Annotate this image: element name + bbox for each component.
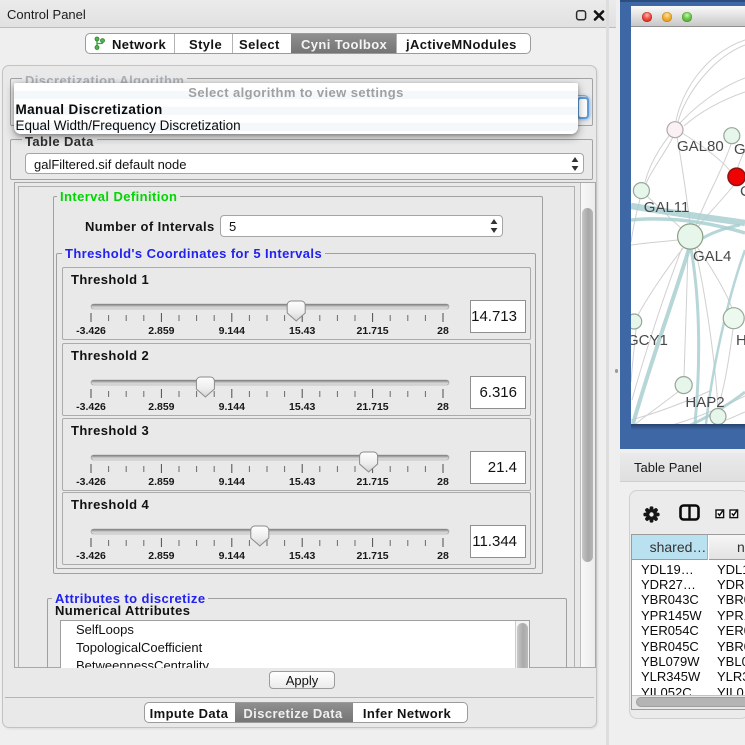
svg-text:9.144: 9.144 [219, 401, 245, 413]
svg-text:2.859: 2.859 [148, 325, 174, 337]
svg-text:15.43: 15.43 [289, 476, 315, 488]
svg-text:9.144: 9.144 [219, 550, 245, 562]
svg-text:15.43: 15.43 [289, 401, 315, 413]
svg-text:28: 28 [437, 476, 449, 488]
svg-text:28: 28 [437, 325, 449, 337]
svg-text:15.43: 15.43 [289, 550, 315, 562]
svg-text:-3.426: -3.426 [76, 476, 106, 488]
svg-text:GAL80: GAL80 [677, 138, 724, 155]
svg-text:H: H [736, 332, 745, 349]
svg-text:-3.426: -3.426 [76, 325, 106, 337]
svg-text:9.144: 9.144 [219, 325, 245, 337]
svg-text:C: C [740, 183, 745, 200]
svg-text:GAL11: GAL11 [644, 199, 690, 216]
svg-text:2.859: 2.859 [148, 550, 174, 562]
svg-text:28: 28 [437, 401, 449, 413]
svg-text:21.715: 21.715 [357, 476, 389, 488]
svg-text:GCY1: GCY1 [631, 332, 668, 349]
svg-text:2.859: 2.859 [148, 401, 174, 413]
svg-text:21.715: 21.715 [357, 325, 389, 337]
svg-text:15.43: 15.43 [289, 325, 315, 337]
svg-text:9.144: 9.144 [219, 476, 245, 488]
svg-text:HAP2: HAP2 [685, 394, 724, 411]
svg-text:GAL4: GAL4 [693, 248, 731, 265]
svg-text:-3.426: -3.426 [76, 401, 106, 413]
svg-text:2.859: 2.859 [148, 476, 174, 488]
svg-text:-3.426: -3.426 [76, 550, 106, 562]
svg-text:28: 28 [437, 550, 449, 562]
svg-text:GAL: GAL [734, 141, 745, 158]
svg-text:21.715: 21.715 [357, 401, 389, 413]
svg-text:21.715: 21.715 [357, 550, 389, 562]
